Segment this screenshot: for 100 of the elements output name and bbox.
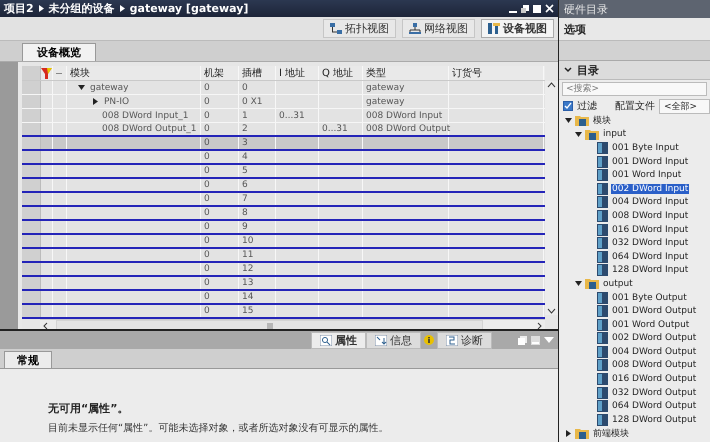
profile-dropdown[interactable]: <全部> — [659, 98, 710, 114]
table-row[interactable]: 0 13 — [22, 277, 545, 291]
tree-item[interactable]: 模块 — [592, 114, 612, 128]
table-row[interactable]: 0 5 — [22, 165, 545, 179]
tree-item[interactable]: 016 DWord Input — [611, 224, 690, 235]
options-label[interactable]: 选项 — [559, 18, 710, 41]
row-header[interactable] — [22, 179, 41, 191]
expand-arrow-icon[interactable] — [565, 117, 572, 124]
maximize-icon[interactable] — [533, 4, 541, 12]
column-header[interactable]: 插槽 — [239, 66, 276, 80]
panel-tab[interactable]: 属性 — [311, 332, 366, 348]
expand-arrow-icon[interactable] — [575, 280, 582, 288]
row-header[interactable] — [22, 66, 41, 80]
row-header[interactable] — [22, 165, 41, 177]
view-tab[interactable]: 拓扑视图 — [323, 19, 396, 38]
row-header[interactable] — [22, 235, 41, 247]
expand-arrow-icon[interactable] — [575, 130, 582, 138]
tree-item[interactable]: 032 DWord Output — [611, 388, 698, 398]
panel-tab[interactable]: 诊断 — [437, 332, 492, 348]
tree-item[interactable]: 002 DWord Input — [611, 184, 690, 194]
module-icon — [597, 346, 608, 358]
search-field[interactable]: <搜索> — [562, 82, 707, 96]
row-header[interactable] — [22, 277, 41, 289]
row-header[interactable] — [22, 151, 41, 163]
breadcrumb-item[interactable]: gateway [gateway] — [130, 2, 248, 15]
tree-item[interactable]: 064 DWord Input — [611, 252, 690, 262]
tree-item[interactable]: 032 DWord Input — [611, 238, 690, 248]
scroll-up-icon[interactable] — [547, 81, 556, 89]
collapse-arrow-icon[interactable] — [92, 98, 99, 105]
float-panel-icon[interactable] — [518, 336, 527, 344]
tree-item[interactable]: 001 DWord Output — [611, 306, 698, 316]
expand-arrow-icon[interactable] — [78, 84, 85, 91]
table-row[interactable]: 0 11 — [22, 249, 545, 263]
tree-item[interactable]: 001 Word Input — [611, 170, 682, 180]
row-header[interactable] — [22, 207, 41, 219]
table-row[interactable]: 0 7 — [22, 193, 545, 207]
table-row[interactable]: gateway 0 0 gateway — [22, 81, 545, 95]
tree-item[interactable]: input — [602, 129, 628, 140]
close-icon[interactable] — [545, 4, 554, 13]
panel-tab[interactable]: 信息 — [366, 332, 421, 348]
column-header[interactable]: 模块 — [67, 66, 201, 80]
minimize-panel-icon[interactable] — [531, 336, 540, 344]
row-header[interactable] — [22, 95, 41, 108]
row-header[interactable] — [22, 137, 41, 149]
column-header[interactable]: Q 地址 — [319, 66, 363, 80]
row-header[interactable] — [22, 193, 41, 205]
tree-item[interactable]: 001 Byte Output — [611, 292, 688, 303]
table-row[interactable]: 0 12 — [22, 263, 545, 277]
row-header[interactable] — [22, 123, 41, 135]
view-tab[interactable]: 设备视图 — [481, 19, 554, 38]
tree-item[interactable]: 008 DWord Input — [611, 210, 690, 221]
table-row[interactable]: 0 15 — [22, 305, 545, 319]
tree-item[interactable]: 128 DWord Output — [611, 414, 698, 425]
table-row[interactable]: 0 9 — [22, 221, 545, 235]
table-row[interactable]: 008 DWord Output_1 0 2 0...31 008 DWord Output — [22, 123, 545, 137]
filter-checkbox[interactable] — [563, 101, 573, 111]
table-row[interactable]: PN-IO 0 0 X1 gateway — [22, 95, 545, 109]
vertical-scrollbar[interactable] — [545, 81, 558, 315]
table-row[interactable]: 0 10 — [22, 235, 545, 249]
view-tab[interactable]: 网络视图 — [402, 19, 475, 38]
chevron-down-icon[interactable] — [564, 67, 572, 73]
collapse-panel-icon[interactable] — [544, 336, 554, 344]
table-row[interactable]: 0 6 — [22, 179, 545, 193]
table-row[interactable]: 0 14 — [22, 291, 545, 305]
table-cell: 0 — [204, 236, 210, 246]
scroll-down-icon[interactable] — [547, 307, 556, 315]
row-header[interactable] — [22, 109, 41, 122]
tree-item[interactable]: 016 DWord Output — [611, 374, 698, 384]
tree-item[interactable]: 001 Word Output — [611, 320, 690, 330]
table-cell: 0 — [242, 82, 248, 92]
table-cell: 0 — [204, 180, 210, 190]
tree-item[interactable]: 128 DWord Input — [611, 265, 690, 276]
breadcrumb-arrow-icon — [38, 5, 44, 12]
overview-tab[interactable]: 设备概览 — [22, 43, 96, 61]
breadcrumb-item[interactable]: 未分组的设备 — [48, 1, 115, 16]
column-header[interactable]: I 地址 — [276, 66, 319, 80]
collapse-arrow-icon[interactable] — [565, 430, 572, 437]
tree-item[interactable]: output — [602, 278, 634, 289]
table-row[interactable]: 008 DWord Input_1 0 1 0...31 008 DWord Input — [22, 109, 545, 123]
table-row[interactable]: 0 8 — [22, 207, 545, 221]
tree-item[interactable]: 064 DWord Output — [611, 401, 698, 412]
column-header[interactable]: 机架 — [201, 66, 239, 80]
row-header[interactable] — [22, 249, 41, 261]
tree-item[interactable]: 001 DWord Input — [611, 156, 690, 167]
column-header[interactable]: 类型 — [363, 66, 449, 80]
row-header[interactable] — [22, 81, 41, 94]
restore-icon[interactable] — [521, 4, 529, 12]
row-header[interactable] — [22, 291, 41, 303]
table-row[interactable]: 0 4 — [22, 151, 545, 165]
tree-item[interactable]: 前端模块 — [592, 426, 630, 440]
tree-item[interactable]: 002 DWord Output — [611, 333, 698, 344]
row-header[interactable] — [22, 221, 41, 233]
tree-item[interactable]: 004 DWord Input — [611, 197, 690, 208]
tree-item[interactable]: 004 DWord Output — [611, 346, 698, 357]
breadcrumb-item[interactable]: 项目2 — [4, 1, 34, 16]
table-row[interactable]: 0 3 — [22, 137, 545, 151]
tree-item[interactable]: 008 DWord Output — [611, 360, 698, 370]
row-header[interactable] — [22, 263, 41, 275]
general-tab[interactable]: 常规 — [4, 351, 52, 368]
tree-item[interactable]: 001 Byte Input — [611, 142, 680, 153]
